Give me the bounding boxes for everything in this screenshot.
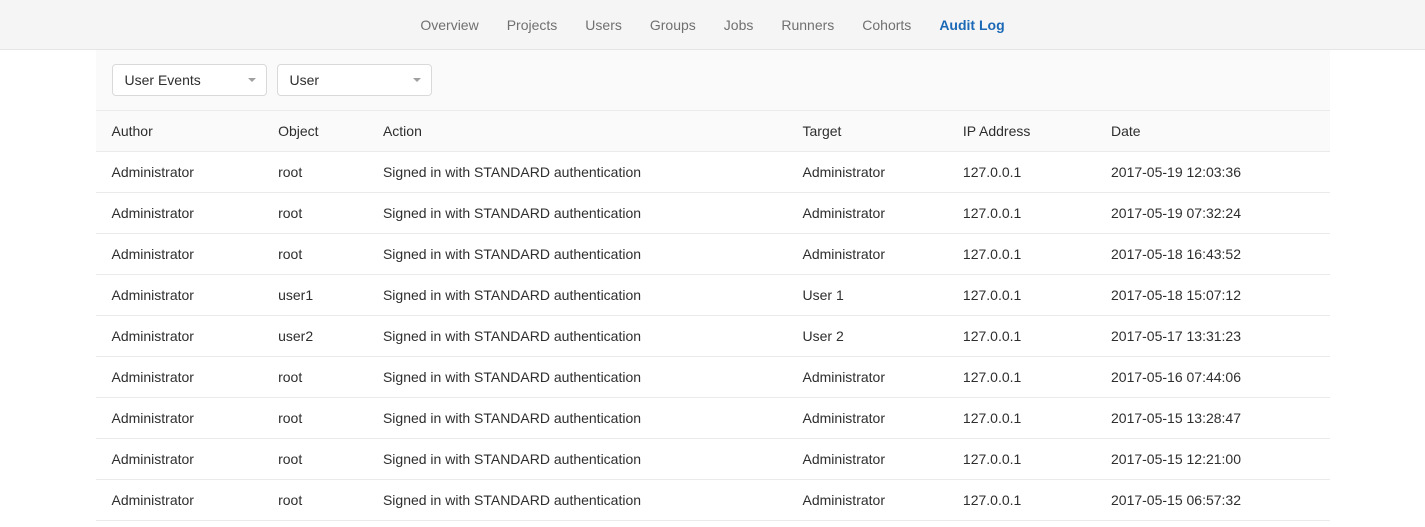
cell-action: Signed in with STANDARD authentication xyxy=(367,398,787,439)
user-dropdown[interactable]: User xyxy=(277,64,432,96)
cell-date: 2017-05-19 12:03:36 xyxy=(1095,152,1330,193)
nav-projects[interactable]: Projects xyxy=(495,3,570,47)
cell-object: root xyxy=(262,439,367,480)
cell-date: 2017-05-15 12:21:00 xyxy=(1095,439,1330,480)
cell-date: 2017-05-15 06:57:32 xyxy=(1095,480,1330,521)
cell-author: Administrator xyxy=(96,357,263,398)
table-row: AdministratorrootSigned in with STANDARD… xyxy=(96,234,1330,275)
cell-author: Administrator xyxy=(96,275,263,316)
cell-object: root xyxy=(262,480,367,521)
cell-object: root xyxy=(262,398,367,439)
table-row: AdministratorrootSigned in with STANDARD… xyxy=(96,357,1330,398)
cell-target: Administrator xyxy=(787,193,947,234)
nav-overview[interactable]: Overview xyxy=(408,3,490,47)
cell-action: Signed in with STANDARD authentication xyxy=(367,357,787,398)
cell-date: 2017-05-18 15:07:12 xyxy=(1095,275,1330,316)
table-row: Administratoruser2Signed in with STANDAR… xyxy=(96,316,1330,357)
cell-target: Administrator xyxy=(787,152,947,193)
cell-ip: 127.0.0.1 xyxy=(947,234,1095,275)
header-target: Target xyxy=(787,111,947,152)
cell-ip: 127.0.0.1 xyxy=(947,316,1095,357)
cell-ip: 127.0.0.1 xyxy=(947,398,1095,439)
chevron-down-icon xyxy=(248,78,256,82)
cell-ip: 127.0.0.1 xyxy=(947,480,1095,521)
admin-nav: Overview Projects Users Groups Jobs Runn… xyxy=(0,0,1425,50)
cell-target: User 2 xyxy=(787,316,947,357)
cell-target: Administrator xyxy=(787,234,947,275)
filters-bar: User Events User xyxy=(96,50,1330,111)
header-action: Action xyxy=(367,111,787,152)
cell-action: Signed in with STANDARD authentication xyxy=(367,193,787,234)
content-area: User Events User Author Object Action Ta… xyxy=(88,50,1338,521)
nav-runners[interactable]: Runners xyxy=(769,3,846,47)
table-row: Administratoruser1Signed in with STANDAR… xyxy=(96,275,1330,316)
cell-action: Signed in with STANDARD authentication xyxy=(367,152,787,193)
event-type-label: User Events xyxy=(125,72,201,88)
cell-ip: 127.0.0.1 xyxy=(947,152,1095,193)
cell-action: Signed in with STANDARD authentication xyxy=(367,480,787,521)
table-row: AdministratorrootSigned in with STANDARD… xyxy=(96,193,1330,234)
table-row: AdministratorrootSigned in with STANDARD… xyxy=(96,480,1330,521)
header-date: Date xyxy=(1095,111,1330,152)
cell-action: Signed in with STANDARD authentication xyxy=(367,439,787,480)
header-object: Object xyxy=(262,111,367,152)
cell-target: Administrator xyxy=(787,480,947,521)
nav-users[interactable]: Users xyxy=(573,3,634,47)
cell-target: User 1 xyxy=(787,275,947,316)
cell-object: user1 xyxy=(262,275,367,316)
cell-ip: 127.0.0.1 xyxy=(947,275,1095,316)
table-header-row: Author Object Action Target IP Address D… xyxy=(96,111,1330,152)
table-row: AdministratorrootSigned in with STANDARD… xyxy=(96,152,1330,193)
cell-author: Administrator xyxy=(96,193,263,234)
cell-object: root xyxy=(262,357,367,398)
user-label: User xyxy=(290,72,320,88)
table-row: AdministratorrootSigned in with STANDARD… xyxy=(96,398,1330,439)
cell-author: Administrator xyxy=(96,439,263,480)
cell-date: 2017-05-15 13:28:47 xyxy=(1095,398,1330,439)
cell-date: 2017-05-18 16:43:52 xyxy=(1095,234,1330,275)
cell-author: Administrator xyxy=(96,316,263,357)
cell-object: root xyxy=(262,234,367,275)
cell-action: Signed in with STANDARD authentication xyxy=(367,316,787,357)
cell-ip: 127.0.0.1 xyxy=(947,193,1095,234)
nav-audit-log[interactable]: Audit Log xyxy=(927,3,1016,47)
cell-date: 2017-05-16 07:44:06 xyxy=(1095,357,1330,398)
cell-target: Administrator xyxy=(787,398,947,439)
cell-author: Administrator xyxy=(96,152,263,193)
event-type-dropdown[interactable]: User Events xyxy=(112,64,267,96)
nav-jobs[interactable]: Jobs xyxy=(712,3,766,47)
header-ip: IP Address xyxy=(947,111,1095,152)
table-row: AdministratorrootSigned in with STANDARD… xyxy=(96,439,1330,480)
cell-date: 2017-05-19 07:32:24 xyxy=(1095,193,1330,234)
cell-author: Administrator xyxy=(96,480,263,521)
chevron-down-icon xyxy=(413,78,421,82)
cell-ip: 127.0.0.1 xyxy=(947,439,1095,480)
cell-object: root xyxy=(262,193,367,234)
nav-groups[interactable]: Groups xyxy=(638,3,708,47)
cell-date: 2017-05-17 13:31:23 xyxy=(1095,316,1330,357)
nav-cohorts[interactable]: Cohorts xyxy=(850,3,923,47)
cell-author: Administrator xyxy=(96,398,263,439)
table-body: AdministratorrootSigned in with STANDARD… xyxy=(96,152,1330,521)
cell-action: Signed in with STANDARD authentication xyxy=(367,234,787,275)
cell-ip: 127.0.0.1 xyxy=(947,357,1095,398)
cell-author: Administrator xyxy=(96,234,263,275)
cell-object: root xyxy=(262,152,367,193)
audit-log-table: Author Object Action Target IP Address D… xyxy=(96,111,1330,521)
cell-target: Administrator xyxy=(787,439,947,480)
cell-action: Signed in with STANDARD authentication xyxy=(367,275,787,316)
cell-object: user2 xyxy=(262,316,367,357)
header-author: Author xyxy=(96,111,263,152)
cell-target: Administrator xyxy=(787,357,947,398)
